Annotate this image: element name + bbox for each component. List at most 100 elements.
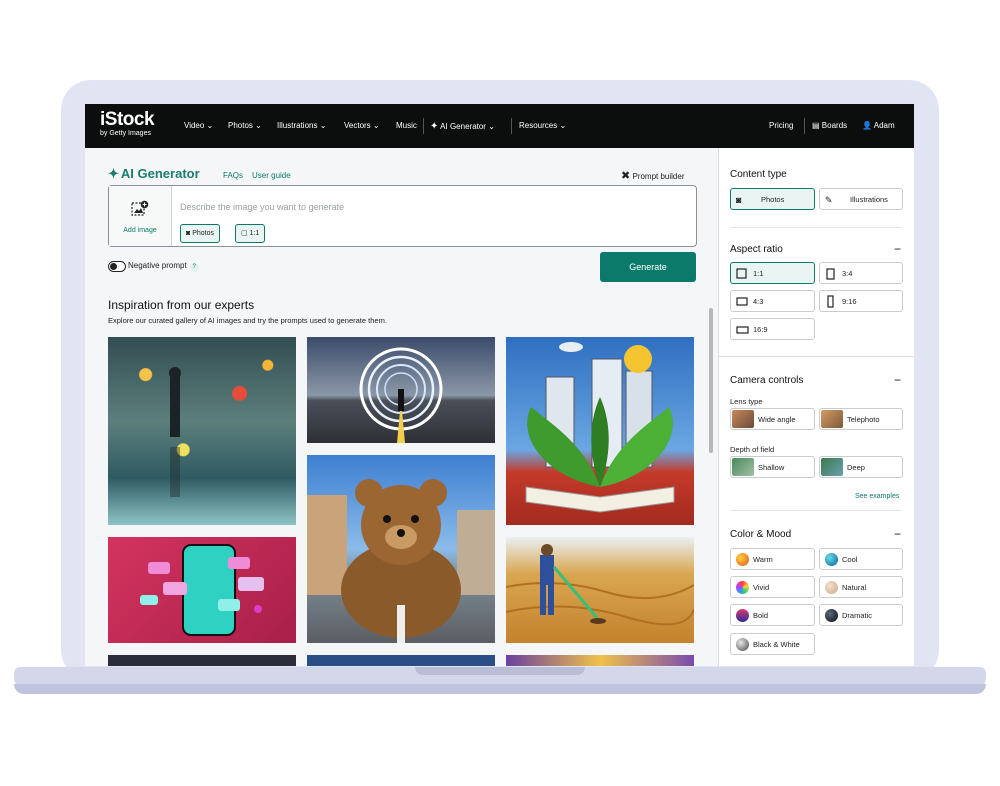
scrollbar[interactable] bbox=[709, 308, 713, 453]
mood-warm[interactable]: Warm bbox=[730, 548, 815, 570]
aspect-9-16[interactable]: 9:16 bbox=[819, 290, 903, 312]
gallery-image-light-tunnel[interactable] bbox=[307, 337, 495, 443]
logo-tagline: by Getty Images bbox=[100, 130, 151, 137]
depth-of-field-label: Depth of field bbox=[730, 445, 775, 454]
collapse-icon[interactable]: − bbox=[894, 527, 901, 541]
nav-resources[interactable]: Resources ⌄ bbox=[519, 121, 566, 130]
add-image-label: Add image bbox=[123, 227, 157, 234]
gallery-image-desert-sweeper[interactable] bbox=[506, 537, 694, 643]
portrait-icon bbox=[826, 268, 835, 280]
prompt-box: Add image Describe the image you want to… bbox=[108, 185, 697, 247]
natural-swatch-icon bbox=[825, 581, 838, 594]
negative-prompt-label: Negative prompt? bbox=[128, 261, 199, 272]
boards-icon: ▤ bbox=[812, 121, 820, 130]
nav-pricing[interactable]: Pricing bbox=[769, 121, 793, 130]
tools-icon: ✖ bbox=[621, 170, 631, 182]
mood-cool[interactable]: Cool bbox=[819, 548, 903, 570]
mood-bold[interactable]: Bold bbox=[730, 604, 815, 626]
help-icon[interactable]: ? bbox=[189, 263, 199, 272]
top-nav: iStock by Getty Images Video ⌄ Photos ⌄ … bbox=[85, 104, 914, 148]
nav-photos[interactable]: Photos ⌄ bbox=[228, 121, 262, 130]
gallery-image-phone-chat[interactable] bbox=[108, 537, 296, 643]
lens-type-label: Lens type bbox=[730, 397, 763, 406]
bw-swatch-icon bbox=[736, 638, 749, 651]
mood-dramatic[interactable]: Dramatic bbox=[819, 604, 903, 626]
settings-sidebar: Content type ◙ Photos ✎ Illustrations As… bbox=[718, 148, 914, 666]
nav-ai-generator[interactable]: ✦ AI Generator ⌄ bbox=[430, 121, 495, 132]
aspect-1-1[interactable]: 1:1 bbox=[730, 262, 815, 284]
user-guide-link[interactable]: User guide bbox=[252, 171, 291, 180]
istock-logo[interactable]: iStock by Getty Images bbox=[100, 109, 155, 138]
content-type-heading: Content type bbox=[730, 169, 787, 180]
laptop-base-lip bbox=[14, 684, 986, 694]
inspiration-subtitle: Explore our curated gallery of AI images… bbox=[108, 316, 387, 325]
content-type-illustrations[interactable]: ✎ Illustrations bbox=[819, 188, 903, 210]
square-icon bbox=[736, 268, 747, 279]
nav-vectors[interactable]: Vectors ⌄ bbox=[344, 121, 380, 130]
telephoto-thumbnail bbox=[821, 410, 843, 428]
dramatic-swatch-icon bbox=[825, 609, 838, 622]
gallery-image-partial[interactable] bbox=[506, 655, 694, 666]
wide-icon bbox=[736, 326, 749, 334]
aspect-3-4[interactable]: 3:4 bbox=[819, 262, 903, 284]
divider bbox=[730, 227, 902, 228]
prompt-builder-button[interactable]: ✖ Prompt builder bbox=[621, 169, 684, 182]
main-content: ✦ AI Generator FAQs User guide ✖ Prompt b… bbox=[85, 148, 718, 666]
content-type-photos[interactable]: ◙ Photos bbox=[730, 188, 815, 210]
gallery-image-city-bokeh[interactable] bbox=[108, 337, 296, 525]
depth-shallow[interactable]: Shallow bbox=[730, 456, 815, 478]
vivid-swatch-icon bbox=[736, 581, 749, 594]
inspiration-title: Inspiration from our experts bbox=[108, 298, 255, 312]
lens-wide-angle[interactable]: Wide angle bbox=[730, 408, 815, 430]
nav-music[interactable]: Music bbox=[396, 121, 417, 130]
nav-boards[interactable]: ▤ Boards bbox=[812, 121, 847, 130]
see-examples-link[interactable]: See examples bbox=[855, 493, 899, 500]
shallow-thumbnail bbox=[732, 458, 754, 476]
add-image-icon bbox=[131, 200, 149, 223]
nav-user[interactable]: 👤 Adam bbox=[862, 121, 895, 130]
tall-portrait-icon bbox=[827, 295, 834, 308]
mood-black-white[interactable]: Black & White bbox=[730, 633, 815, 655]
nav-divider bbox=[804, 118, 805, 134]
add-image-button[interactable]: Add image bbox=[109, 186, 172, 246]
color-mood-heading: Color & Mood bbox=[730, 529, 792, 540]
collapse-icon[interactable]: − bbox=[894, 242, 901, 256]
sparkle-icon: ✦ bbox=[108, 166, 119, 181]
nav-divider bbox=[511, 118, 512, 134]
brush-icon: ✎ bbox=[825, 195, 833, 205]
mood-natural[interactable]: Natural bbox=[819, 576, 903, 598]
negative-prompt-toggle[interactable] bbox=[108, 261, 126, 272]
gallery-image-partial[interactable] bbox=[307, 655, 495, 666]
camera-icon: ◙ bbox=[186, 230, 191, 237]
divider bbox=[730, 510, 902, 511]
depth-deep[interactable]: Deep bbox=[819, 456, 903, 478]
aspect-4-3[interactable]: 4:3 bbox=[730, 290, 815, 312]
aspect-ratio-chip[interactable]: ▢ 1:1 bbox=[235, 224, 266, 243]
logo-wordmark: iStock bbox=[100, 109, 155, 130]
gallery-image-partial[interactable] bbox=[108, 655, 296, 666]
generate-button[interactable]: Generate bbox=[600, 252, 696, 282]
lens-telephoto[interactable]: Telephoto bbox=[819, 408, 903, 430]
nav-video[interactable]: Video ⌄ bbox=[184, 121, 213, 130]
nav-divider bbox=[423, 118, 424, 134]
prompt-input[interactable]: Describe the image you want to generate bbox=[180, 202, 344, 212]
browser-screen: iStock by Getty Images Video ⌄ Photos ⌄ … bbox=[85, 104, 914, 666]
collapse-icon[interactable]: − bbox=[894, 373, 901, 387]
nav-illustrations[interactable]: Illustrations ⌄ bbox=[277, 121, 326, 130]
faqs-link[interactable]: FAQs bbox=[223, 171, 243, 180]
content-type-chip[interactable]: ◙ Photos bbox=[180, 224, 220, 243]
cool-swatch-icon bbox=[825, 553, 838, 566]
mood-vivid[interactable]: Vivid bbox=[730, 576, 815, 598]
aspect-ratio-heading: Aspect ratio bbox=[730, 244, 783, 255]
sparkle-icon: ✦ bbox=[430, 121, 439, 132]
gallery-image-teddy-bear[interactable] bbox=[307, 455, 495, 643]
camera-controls-heading: Camera controls bbox=[730, 375, 804, 386]
user-icon: 👤 bbox=[862, 121, 872, 130]
deep-thumbnail bbox=[821, 458, 843, 476]
gallery-image-book-city[interactable] bbox=[506, 337, 694, 525]
bold-swatch-icon bbox=[736, 609, 749, 622]
aspect-16-9[interactable]: 16:9 bbox=[730, 318, 815, 340]
wide-angle-thumbnail bbox=[732, 410, 754, 428]
divider bbox=[719, 356, 914, 357]
camera-icon: ◙ bbox=[736, 195, 742, 205]
